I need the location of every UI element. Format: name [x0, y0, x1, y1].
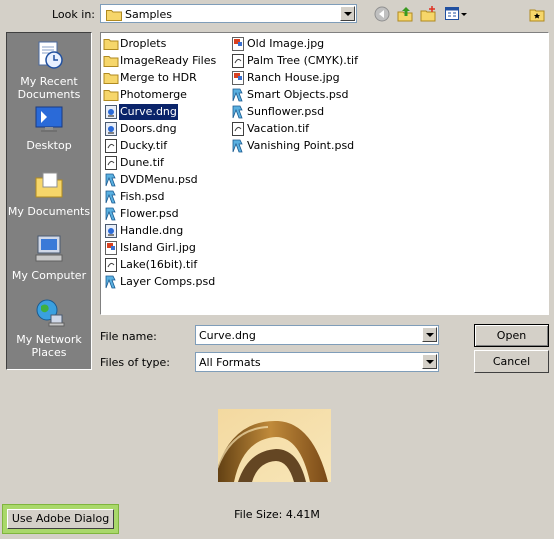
- tif-file-icon: [105, 156, 117, 170]
- use-adobe-dialog-button[interactable]: Use Adobe Dialog: [2, 504, 119, 534]
- file-name: Old Image.jpg: [247, 37, 325, 50]
- file-name: Smart Objects.psd: [247, 88, 349, 101]
- dng-file-icon: [105, 224, 117, 238]
- tools-icon[interactable]: [529, 6, 545, 22]
- file-name: Ranch House.jpg: [247, 71, 340, 84]
- psd-file-icon: [105, 190, 116, 204]
- psd-file-icon: [105, 173, 116, 187]
- up-folder-icon[interactable]: [397, 6, 413, 22]
- jpg-file-icon: [232, 71, 244, 85]
- new-folder-icon[interactable]: [420, 6, 436, 22]
- file-name: Sunflower.psd: [247, 105, 325, 118]
- file-name: Droplets: [120, 37, 167, 50]
- view-menu-icon[interactable]: [445, 7, 467, 21]
- files-of-type-value: All Formats: [199, 356, 261, 369]
- dng-file-icon: [105, 122, 117, 136]
- place-recent-label: My Recent Documents: [17, 75, 81, 101]
- folder-icon: [103, 39, 119, 50]
- files-of-type-select[interactable]: All Formats: [195, 352, 439, 372]
- file-name: Layer Comps.psd: [120, 275, 216, 288]
- file-name: ImageReady Files: [120, 54, 217, 67]
- jpg-file-icon: [232, 37, 244, 51]
- chevron-down-icon[interactable]: [340, 6, 355, 21]
- file-name: Doors.dng: [120, 122, 177, 135]
- recent-documents-icon: [38, 41, 63, 69]
- my-documents-icon: [35, 172, 63, 198]
- tif-file-icon: [232, 54, 244, 68]
- file-name-input[interactable]: Curve.dng: [195, 325, 439, 345]
- open-button[interactable]: Open: [474, 324, 549, 347]
- folder-icon: [106, 10, 122, 21]
- file-name: Palm Tree (CMYK).tif: [247, 54, 358, 67]
- my-computer-icon: [35, 235, 63, 262]
- file-name: Photomerge: [120, 88, 187, 101]
- network-places-icon: [36, 299, 65, 327]
- place-my-computer-label: My Computer: [11, 269, 87, 282]
- jpg-file-icon: [105, 241, 117, 255]
- chevron-down-icon[interactable]: [422, 327, 437, 342]
- cancel-button[interactable]: Cancel: [474, 350, 549, 373]
- tif-file-icon: [105, 258, 117, 272]
- folder-icon: [103, 56, 119, 67]
- chevron-down-icon[interactable]: [422, 354, 437, 369]
- place-my-documents[interactable]: My Documents: [7, 169, 91, 218]
- place-network-label: My Network Places: [16, 333, 82, 359]
- file-name: Lake(16bit).tif: [120, 258, 198, 271]
- look-in-label: Look in:: [52, 8, 95, 21]
- file-name: Vacation.tif: [247, 122, 310, 135]
- file-name: Handle.dng: [120, 224, 184, 237]
- file-name: Island Girl.jpg: [120, 241, 196, 254]
- file-name: DVDMenu.psd: [120, 173, 198, 186]
- place-recent-documents[interactable]: My Recent Documents: [7, 39, 91, 101]
- desktop-icon: [35, 106, 63, 132]
- folder-icon: [103, 90, 119, 101]
- file-name: Merge to HDR: [120, 71, 197, 84]
- files-of-type-label: Files of type:: [100, 356, 171, 369]
- look-in-dropdown[interactable]: Samples: [100, 4, 357, 23]
- file-name-label: File name:: [100, 330, 157, 343]
- tif-file-icon: [105, 139, 117, 153]
- file-name: Ducky.tif: [120, 139, 168, 152]
- file-name: Vanishing Point.psd: [247, 139, 355, 152]
- place-my-documents-label: My Documents: [7, 205, 91, 218]
- file-name: Fish.psd: [120, 190, 165, 203]
- preview-thumbnail: [218, 409, 331, 482]
- dng-file-icon: [105, 105, 117, 119]
- use-adobe-dialog-label: Use Adobe Dialog: [7, 509, 114, 529]
- place-my-computer[interactable]: My Computer: [7, 233, 91, 282]
- place-desktop-label: Desktop: [26, 139, 72, 152]
- file-name: Curve.dng: [119, 104, 178, 120]
- file-name: Dune.tif: [120, 156, 164, 169]
- tif-file-icon: [232, 122, 244, 136]
- psd-file-icon: [232, 139, 243, 153]
- psd-file-icon: [232, 105, 243, 119]
- psd-file-icon: [232, 88, 243, 102]
- back-arrow-icon[interactable]: [374, 6, 390, 22]
- look-in-value: Samples: [125, 8, 172, 21]
- psd-file-icon: [105, 275, 116, 289]
- folder-icon: [103, 73, 119, 84]
- file-name-value: Curve.dng: [199, 329, 256, 342]
- file-list[interactable]: Droplets ImageReady Files Merge to HDR Phot…: [100, 32, 549, 315]
- psd-file-icon: [105, 207, 116, 221]
- file-name: Flower.psd: [120, 207, 179, 220]
- place-network[interactable]: My Network Places: [7, 297, 91, 359]
- places-bar: My Recent Documents Desktop My Documents…: [6, 32, 92, 370]
- place-desktop[interactable]: Desktop: [7, 103, 91, 152]
